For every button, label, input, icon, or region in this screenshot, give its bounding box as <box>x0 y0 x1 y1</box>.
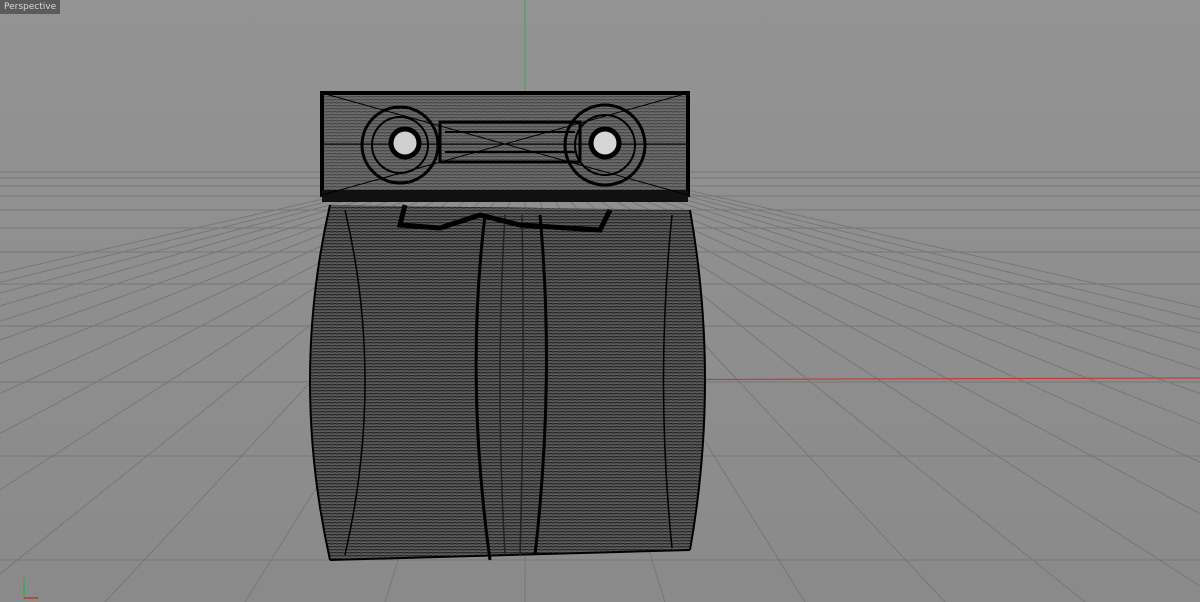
axis-gizmo <box>23 578 38 599</box>
viewport-label: Perspective <box>0 0 61 14</box>
3d-viewport[interactable]: Perspective <box>0 0 1200 602</box>
viewport-canvas[interactable] <box>0 0 1200 602</box>
cylinder-wireframe <box>309 204 706 561</box>
